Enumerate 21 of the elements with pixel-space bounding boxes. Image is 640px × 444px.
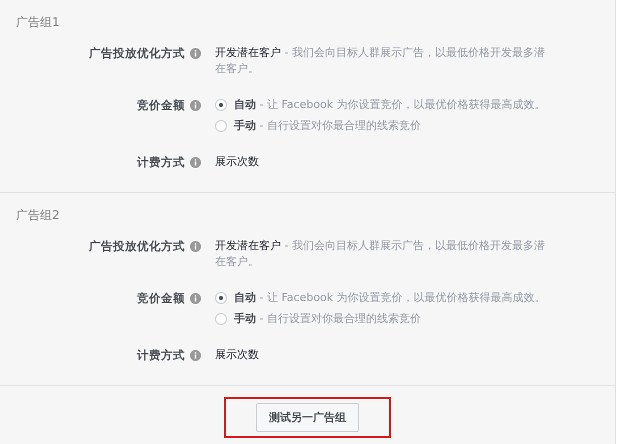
field-label: 竞价金额 xyxy=(137,97,185,113)
info-icon[interactable] xyxy=(190,157,201,168)
field-label: 竞价金额 xyxy=(137,290,185,306)
billing-value: 展示次数 xyxy=(215,154,260,170)
optimization-text: 开发潜在客户 - 我们会向目标人群展示广告，以最低价格开发最多潜在客户。 xyxy=(215,238,546,270)
field-label: 计费方式 xyxy=(137,154,185,170)
info-icon[interactable] xyxy=(190,48,201,59)
option-text: 手动 - 自行设置对你最合理的线索竞价 xyxy=(234,311,421,327)
info-icon[interactable] xyxy=(190,100,201,111)
option-text: 手动 - 自行设置对你最合理的线索竞价 xyxy=(234,118,421,134)
field-label: 计费方式 xyxy=(137,347,185,363)
billing-value: 展示次数 xyxy=(215,347,260,363)
group-title: 广告组1 xyxy=(16,14,60,31)
group-title: 广告组2 xyxy=(16,207,60,224)
field-label: 广告投放优化方式 xyxy=(89,45,185,61)
radio-button[interactable] xyxy=(215,99,227,111)
optimization-text: 开发潜在客户 - 我们会向目标人群展示广告，以最低价格开发最多潜在客户。 xyxy=(215,45,546,77)
field-label: 广告投放优化方式 xyxy=(89,238,185,254)
option-text: 自动 - 让 Facebook 为你设置竞价，以最优价格获得最高成效。 xyxy=(234,97,546,113)
radio-button[interactable] xyxy=(215,120,227,132)
option-text: 自动 - 让 Facebook 为你设置竞价，以最优价格获得最高成效。 xyxy=(234,290,546,306)
